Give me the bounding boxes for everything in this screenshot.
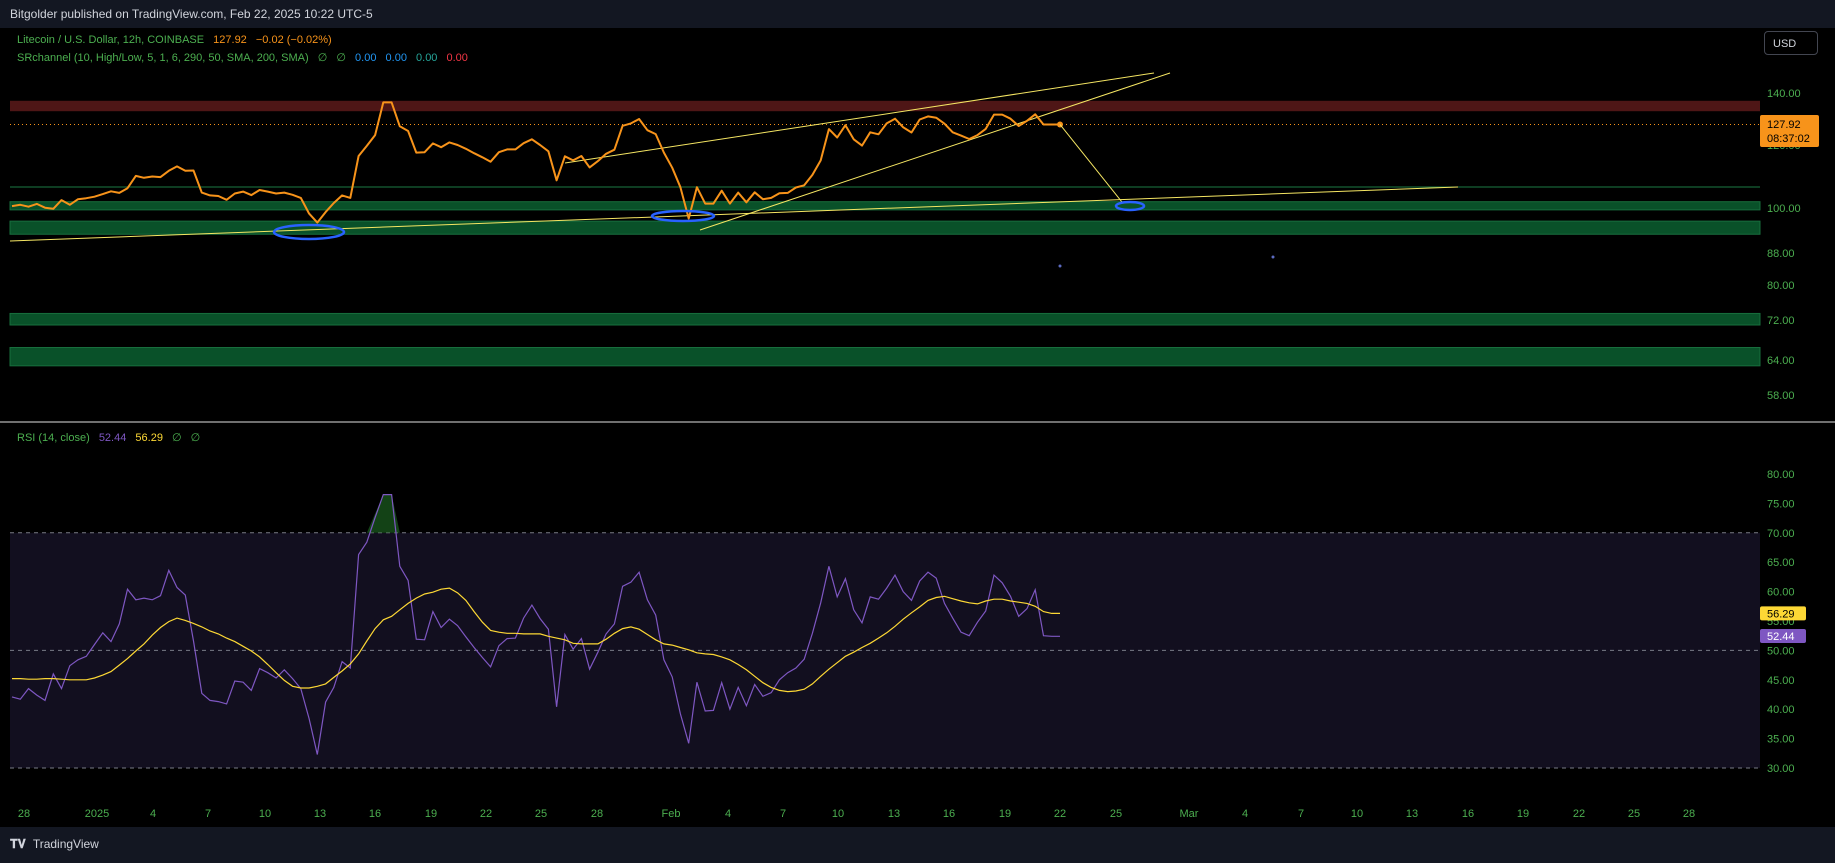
rsi-value: 52.44 — [98, 432, 127, 444]
indicator-value: 0.00 — [416, 52, 438, 64]
rsi-name[interactable]: RSI (14, close) — [17, 432, 90, 444]
empty-glyph-icon: ∅ — [190, 432, 201, 444]
currency-button[interactable]: USD — [1764, 31, 1818, 55]
publisher-info: Bitgolder published on TradingView.com, … — [10, 7, 373, 21]
tradingview-logo-icon: 𝐓𝐕 — [10, 837, 26, 851]
empty-glyph-icon: ∅ — [317, 52, 328, 64]
indicator-value: 0.00 — [355, 52, 377, 64]
symbol-price: 127.92 — [213, 34, 247, 46]
indicator-value: 0.00 — [385, 52, 407, 64]
empty-glyph-icon: ∅ — [336, 52, 346, 64]
symbol-legend: Litecoin / U.S. Dollar, 12h, COINBASE 12… — [17, 34, 338, 46]
brand-name: TradingView — [32, 837, 99, 851]
indicator-legend: SRchannel (10, High/Low, 5, 1, 6, 290, 5… — [17, 51, 474, 64]
tradingview-logo[interactable]: 𝐓𝐕 TradingView — [10, 837, 99, 852]
indicator-value: 0.00 — [446, 52, 468, 64]
empty-glyph-icon: ∅ — [172, 432, 182, 444]
symbol-name[interactable]: Litecoin / U.S. Dollar, 12h, COINBASE — [17, 34, 204, 46]
footer-bar: 𝐓𝐕 TradingView — [0, 827, 1835, 863]
price-axis[interactable] — [1763, 28, 1835, 826]
chart-area[interactable] — [10, 28, 1763, 826]
rsi-ma-value: 56.29 — [135, 432, 163, 444]
indicator-name[interactable]: SRchannel (10, High/Low, 5, 1, 6, 290, 5… — [17, 52, 309, 64]
top-bar: Bitgolder published on TradingView.com, … — [0, 0, 1835, 28]
symbol-change: −0.02 (−0.02%) — [255, 34, 332, 46]
rsi-legend: RSI (14, close) 52.44 56.29 ∅ ∅ — [17, 431, 206, 444]
